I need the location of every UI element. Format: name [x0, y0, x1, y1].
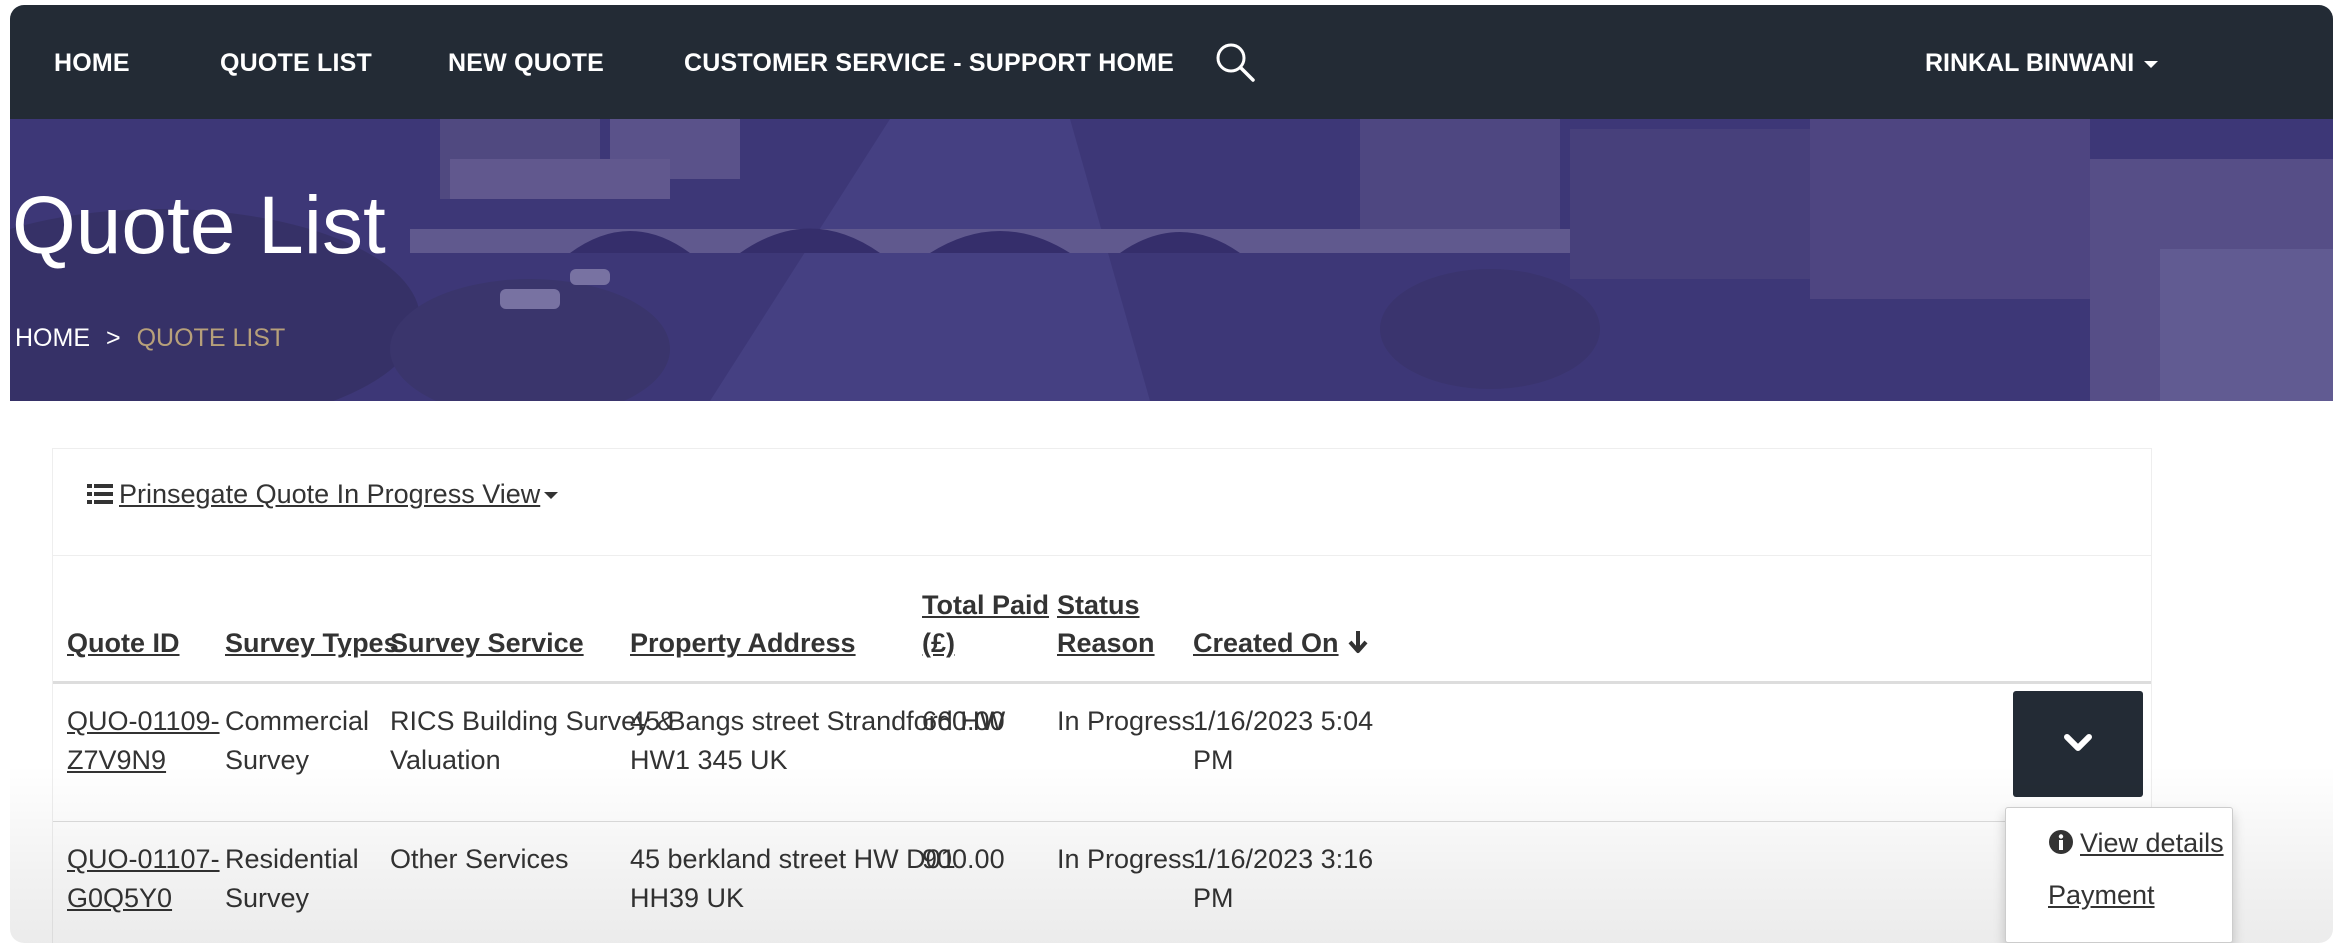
- row-actions-button[interactable]: [2013, 691, 2143, 797]
- table-row-cell-status: In Progress: [1057, 706, 1196, 736]
- column-header-created-on[interactable]: Created On: [1193, 624, 1369, 662]
- quote-list-panel: Prinsegate Quote In Progress View Quote …: [52, 448, 2152, 943]
- browser-frame: HOME QUOTE LIST NEW QUOTE CUSTOMER SERVI…: [10, 5, 2333, 943]
- top-navbar: HOME QUOTE LIST NEW QUOTE CUSTOMER SERVI…: [10, 5, 2333, 119]
- chevron-down-icon: [2144, 60, 2159, 68]
- table-row-cell-created-on: 1/16/2023 3:16 PM: [1193, 840, 1373, 918]
- survey-type-line1: Commercial: [225, 706, 370, 736]
- created-on-line1: 1/16/2023 5:04: [1193, 706, 1374, 736]
- column-header-quote-id[interactable]: Quote ID: [67, 624, 180, 662]
- column-header-status-line1: Status: [1057, 590, 1140, 620]
- column-header-total-paid[interactable]: Total Paid (£): [922, 586, 1049, 662]
- nav-quote-list[interactable]: QUOTE LIST: [220, 49, 372, 78]
- table-row-cell-total-paid: 900.00: [922, 844, 1005, 874]
- column-header-total-paid-line1: Total Paid: [922, 590, 1050, 620]
- table-row-cell-created-on: 1/16/2023 5:04 PM: [1193, 702, 1373, 780]
- breadcrumb-current: QUOTE LIST: [136, 324, 286, 352]
- address-line1: 45 berkland street HW D01: [630, 844, 956, 874]
- table-row-cell-quote-id[interactable]: QUO-01107- G0Q5Y0: [67, 840, 220, 918]
- column-header-status-line2: Reason: [1057, 628, 1155, 658]
- menu-item-view-details-label: View details: [2080, 828, 2224, 858]
- survey-type-line2: Survey: [225, 883, 310, 913]
- column-header-survey-types[interactable]: Survey Types: [225, 624, 399, 662]
- breadcrumb-home[interactable]: HOME: [15, 324, 90, 352]
- info-icon: [2049, 830, 2073, 854]
- nav-home[interactable]: HOME: [54, 49, 130, 78]
- breadcrumb-separator: >: [106, 324, 121, 352]
- table-row-cell-survey-service: Other Services: [390, 840, 569, 879]
- header-divider: [53, 681, 2151, 684]
- user-name: RINKAL BINWANI: [1925, 49, 2135, 77]
- survey-type-line1: Residential: [225, 844, 359, 874]
- quote-id-link[interactable]: QUO-01107-: [67, 840, 220, 879]
- menu-item-view-details[interactable]: View details: [2048, 828, 2224, 859]
- quote-id-link[interactable]: QUO-01109-: [67, 702, 220, 741]
- chevron-down-icon: [2064, 734, 2092, 751]
- table-row-cell-status: In Progress: [1057, 844, 1196, 874]
- address-line2: HW1 345 UK: [630, 745, 788, 775]
- sort-descending-icon: [1348, 631, 1368, 653]
- column-header-created-on-label: Created On: [1193, 628, 1339, 658]
- quote-id-link[interactable]: Z7V9N9: [67, 741, 220, 780]
- divider: [53, 555, 2151, 556]
- table-row-cell-property-address: 45 berkland street HW D01 HH39 UK: [630, 840, 956, 918]
- survey-type-line2: Survey: [225, 745, 310, 775]
- table-row-cell-survey-type: Commercial Survey: [225, 702, 369, 780]
- table-row-cell-total-paid: 660.00: [922, 706, 1005, 736]
- view-selector[interactable]: Prinsegate Quote In Progress View: [87, 479, 559, 510]
- list-icon: [87, 484, 113, 504]
- created-on-line2: PM: [1193, 745, 1234, 775]
- column-header-status-reason[interactable]: Status Reason: [1057, 586, 1155, 662]
- view-selector-label: Prinsegate Quote In Progress View: [119, 479, 541, 509]
- page-title: Quote List: [12, 180, 386, 271]
- chevron-down-icon: [544, 492, 559, 500]
- menu-item-payment[interactable]: Payment: [2048, 880, 2155, 911]
- breadcrumb: HOME > QUOTE LIST: [15, 324, 285, 353]
- column-header-survey-service[interactable]: Survey Service: [390, 624, 584, 662]
- nav-customer-service[interactable]: CUSTOMER SERVICE - SUPPORT HOME: [684, 49, 1174, 78]
- hero-banner: Quote List HOME > QUOTE LIST: [10, 119, 2333, 401]
- row-divider: [53, 821, 2151, 822]
- created-on-line2: PM: [1193, 883, 1234, 913]
- created-on-line1: 1/16/2023 3:16: [1193, 844, 1374, 874]
- table-row-cell-quote-id[interactable]: QUO-01109- Z7V9N9: [67, 702, 220, 780]
- search-icon[interactable]: [1213, 40, 1257, 84]
- column-header-total-paid-line2: (£): [922, 628, 955, 658]
- address-line2: HH39 UK: [630, 883, 745, 913]
- column-header-property-address[interactable]: Property Address: [630, 624, 856, 662]
- survey-service-line1: Other Services: [390, 844, 569, 874]
- row-actions-menu: View details Payment: [2005, 807, 2233, 943]
- nav-new-quote[interactable]: NEW QUOTE: [448, 49, 604, 78]
- user-menu[interactable]: RINKAL BINWANI: [1925, 49, 2159, 78]
- table-row-cell-survey-type: Residential Survey: [225, 840, 359, 918]
- quote-id-link[interactable]: G0Q5Y0: [67, 879, 220, 918]
